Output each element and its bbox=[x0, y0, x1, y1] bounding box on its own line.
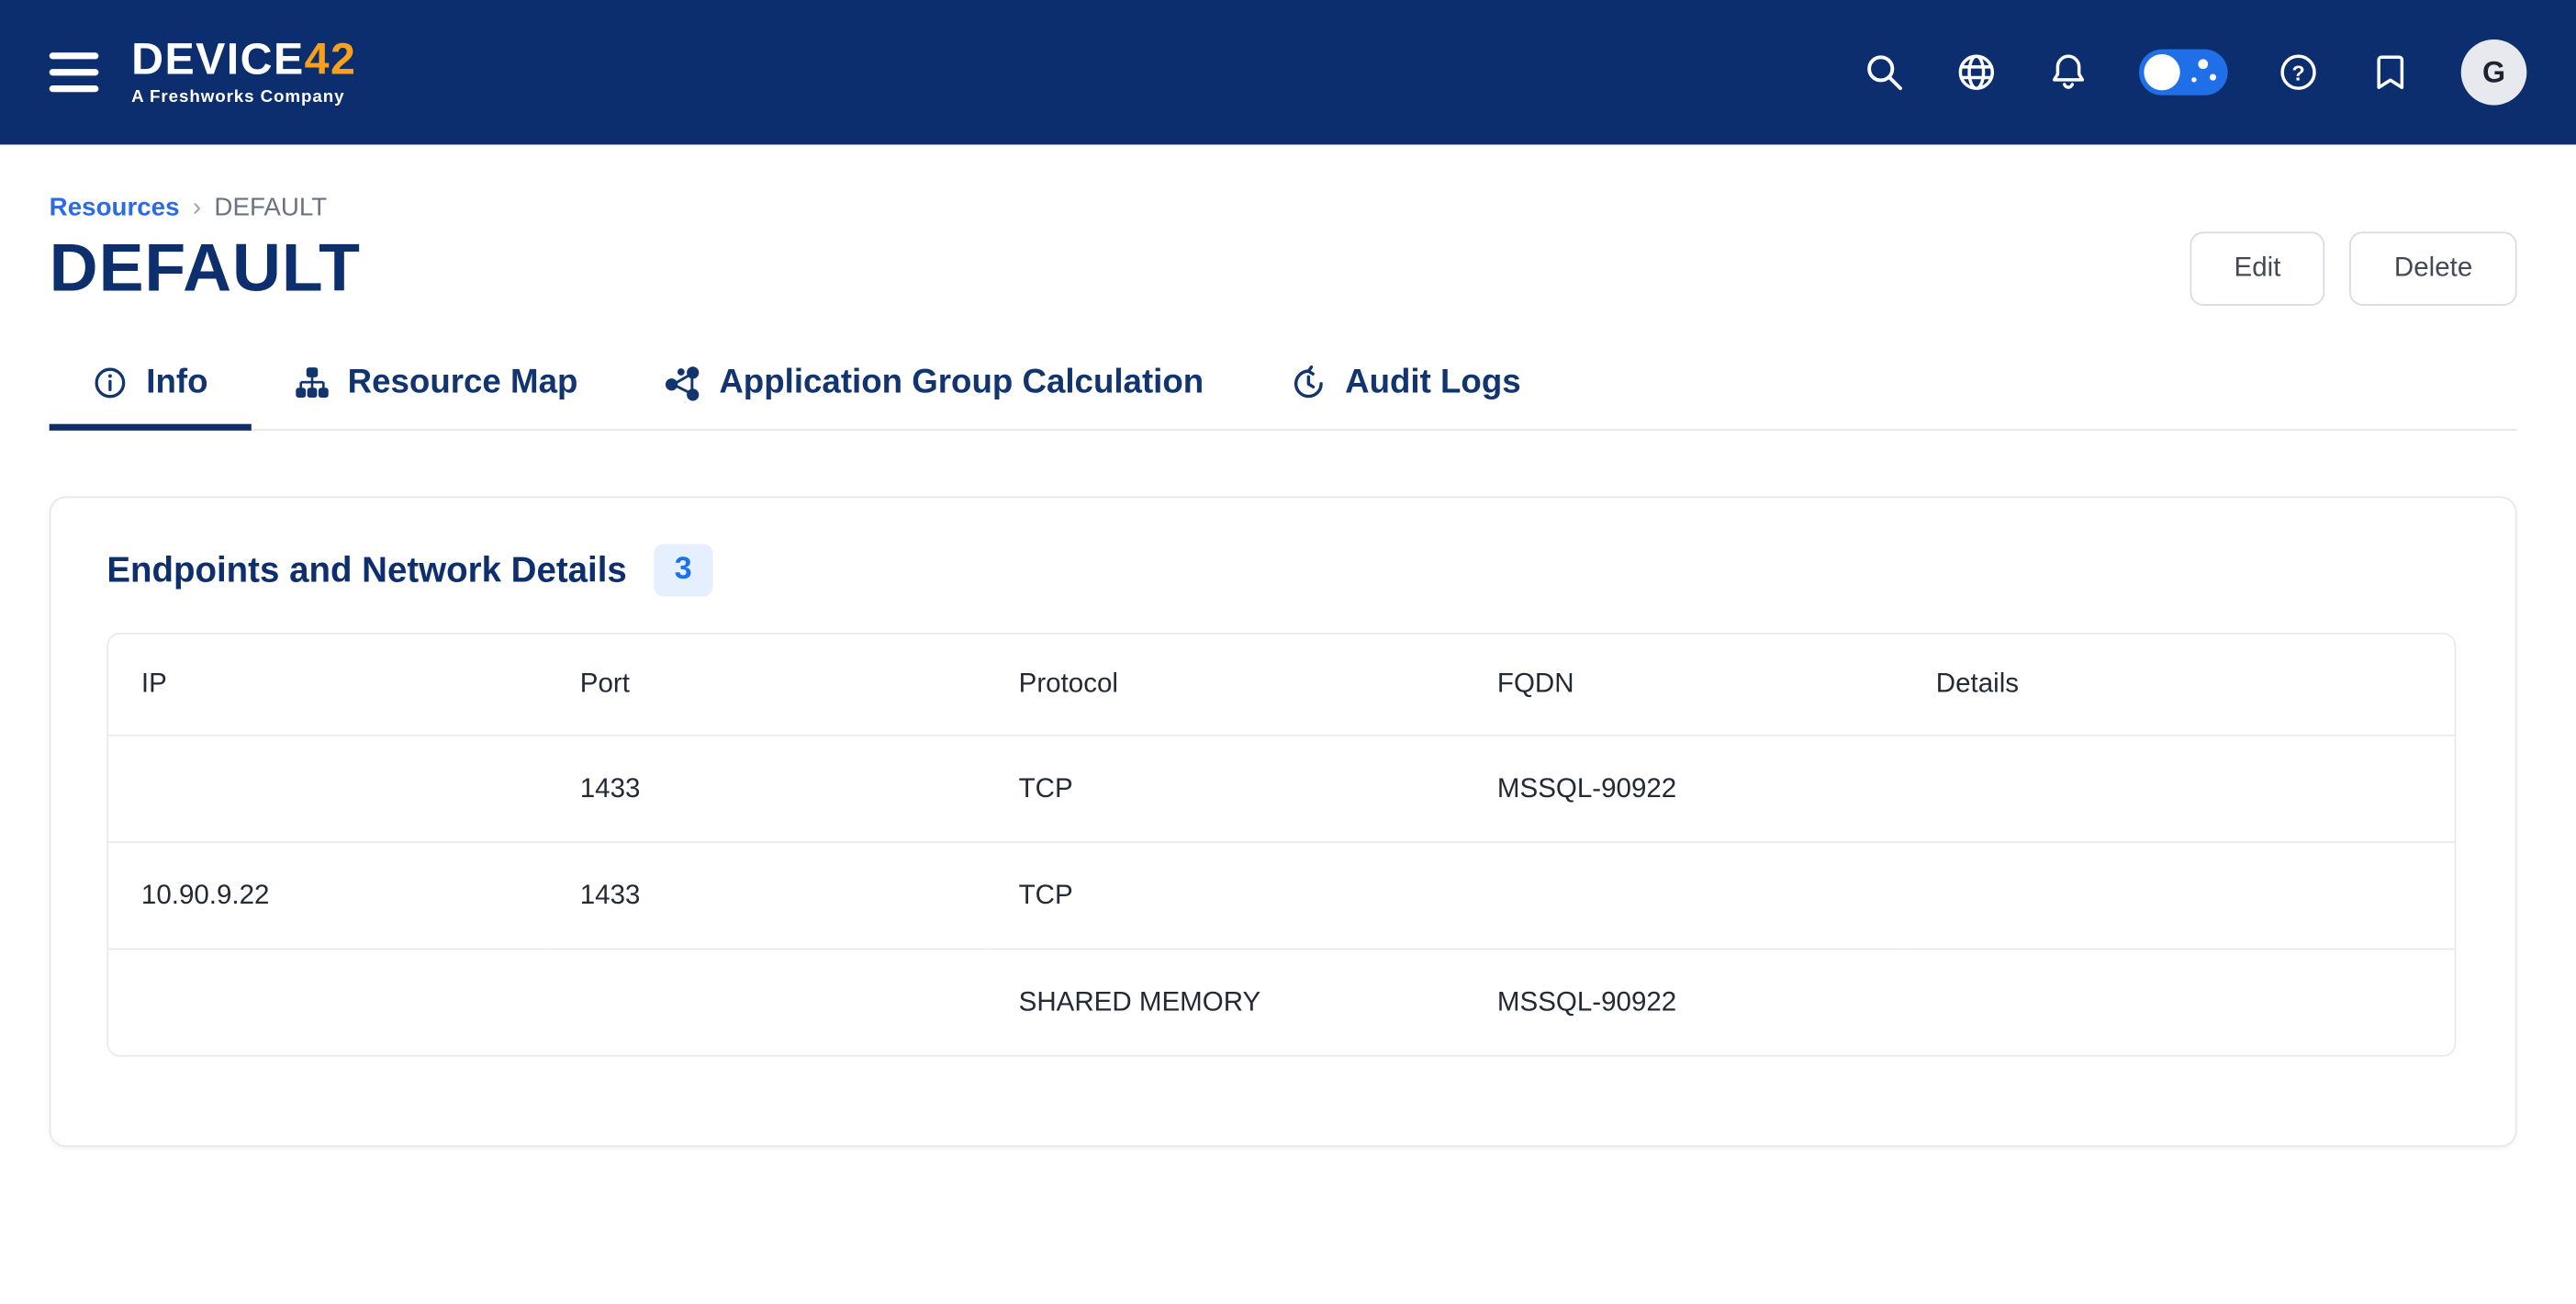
theme-toggle[interactable] bbox=[2139, 50, 2228, 96]
brand-subtitle: A Freshworks Company bbox=[131, 89, 356, 107]
cell-fqdn bbox=[1464, 842, 1903, 949]
info-icon bbox=[92, 365, 128, 400]
column-header-port: Port bbox=[547, 635, 986, 736]
cell-details bbox=[1903, 949, 2455, 1054]
tab-label: Application Group Calculation bbox=[719, 363, 1204, 402]
help-icon[interactable]: ? bbox=[2277, 51, 2320, 94]
endpoints-table: IP Port Protocol FQDN Details 1433 TCP M… bbox=[106, 633, 2456, 1057]
table-header-row: IP Port Protocol FQDN Details bbox=[108, 635, 2454, 736]
cell-protocol: SHARED MEMORY bbox=[986, 949, 1464, 1054]
cell-ip bbox=[108, 736, 547, 842]
toggle-dot bbox=[2198, 59, 2208, 69]
cell-ip: 10.90.9.22 bbox=[108, 842, 547, 949]
bookmark-icon[interactable] bbox=[2369, 51, 2413, 94]
table-row: 10.90.9.22 1433 TCP bbox=[108, 842, 2454, 949]
table-row: SHARED MEMORY MSSQL-90922 bbox=[108, 949, 2454, 1054]
cell-details bbox=[1903, 842, 2455, 949]
cell-port: 1433 bbox=[547, 736, 986, 842]
breadcrumb: Resources › DEFAULT bbox=[50, 194, 2527, 223]
sitemap-icon bbox=[294, 365, 330, 400]
tab-label: Resource Map bbox=[348, 363, 578, 402]
column-header-protocol: Protocol bbox=[986, 635, 1464, 736]
cell-fqdn: MSSQL-90922 bbox=[1464, 949, 1903, 1054]
page-header: DEFAULT Edit Delete bbox=[50, 230, 2517, 308]
avatar-initial: G bbox=[2482, 55, 2505, 90]
menu-icon[interactable] bbox=[50, 43, 99, 102]
delete-button[interactable]: Delete bbox=[2350, 231, 2517, 306]
top-navigation-bar: DEVICE42 A Freshworks Company bbox=[0, 0, 2576, 144]
tab-bar: Info Resource Map bbox=[50, 363, 2517, 430]
cell-ip bbox=[108, 949, 547, 1054]
breadcrumb-separator: › bbox=[193, 194, 201, 223]
column-header-details: Details bbox=[1903, 635, 2455, 736]
brand-name: DEVICE42 bbox=[131, 39, 356, 83]
tab-info[interactable]: Info bbox=[50, 363, 251, 429]
cell-fqdn: MSSQL-90922 bbox=[1464, 736, 1903, 842]
history-icon bbox=[1289, 364, 1327, 401]
page-actions: Edit Delete bbox=[2190, 231, 2516, 306]
tab-label: Info bbox=[146, 363, 207, 402]
column-header-ip: IP bbox=[108, 635, 547, 736]
tab-resource-map[interactable]: Resource Map bbox=[251, 363, 621, 429]
toggle-knob bbox=[2144, 54, 2179, 90]
cell-port: 1433 bbox=[547, 842, 986, 949]
breadcrumb-current: DEFAULT bbox=[214, 194, 327, 223]
notifications-bell-icon[interactable] bbox=[2047, 51, 2090, 94]
brand-name-accent: 42 bbox=[305, 35, 357, 84]
cell-protocol: TCP bbox=[986, 842, 1464, 949]
toggle-dot bbox=[2191, 77, 2196, 82]
breadcrumb-resources-link[interactable]: Resources bbox=[50, 194, 180, 223]
globe-icon[interactable] bbox=[1955, 51, 1999, 94]
toggle-dot bbox=[2210, 74, 2216, 81]
svg-text:?: ? bbox=[2291, 61, 2304, 84]
cell-details bbox=[1903, 736, 2455, 842]
card-title: Endpoints and Network Details bbox=[106, 550, 627, 591]
brand-logo[interactable]: DEVICE42 A Freshworks Company bbox=[131, 39, 356, 107]
tab-label: Audit Logs bbox=[1345, 363, 1521, 402]
count-badge: 3 bbox=[653, 544, 712, 596]
search-icon[interactable] bbox=[1863, 51, 1906, 94]
endpoints-card: Endpoints and Network Details 3 IP Port … bbox=[50, 496, 2517, 1147]
tab-application-group-calculation[interactable]: Application Group Calculation bbox=[621, 363, 1247, 429]
cell-protocol: TCP bbox=[986, 736, 1464, 842]
user-avatar[interactable]: G bbox=[2461, 39, 2527, 106]
cell-port bbox=[547, 949, 986, 1054]
tab-audit-logs[interactable]: Audit Logs bbox=[1247, 363, 1563, 429]
table-row: 1433 TCP MSSQL-90922 bbox=[108, 736, 2454, 842]
column-header-fqdn: FQDN bbox=[1464, 635, 1903, 736]
network-icon bbox=[663, 364, 700, 401]
page-title: DEFAULT bbox=[50, 230, 361, 308]
page: DEVICE42 A Freshworks Company bbox=[0, 0, 2576, 1304]
edit-button[interactable]: Edit bbox=[2190, 231, 2325, 306]
